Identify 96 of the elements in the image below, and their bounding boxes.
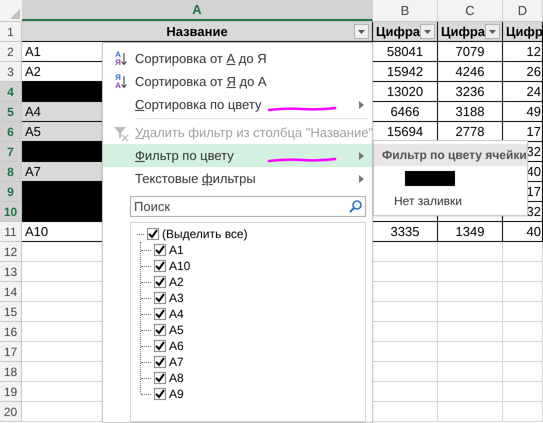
row-header[interactable]: 12 — [0, 242, 22, 262]
table-cell — [438, 382, 503, 402]
table-cell: 12 — [503, 42, 543, 62]
header-cell: Название — [22, 22, 373, 42]
table-cell — [503, 322, 543, 342]
row-header[interactable]: 16 — [0, 322, 22, 342]
value-label: A2 — [169, 274, 184, 291]
checkbox[interactable] — [154, 356, 166, 368]
table-cell — [438, 322, 503, 342]
table-cell — [503, 282, 543, 302]
value-label: A1 — [169, 242, 184, 259]
table-cell: 6466 — [373, 102, 438, 122]
table-cell: 15942 — [373, 62, 438, 82]
color-swatch[interactable] — [405, 171, 455, 186]
table-cell — [503, 362, 543, 382]
header-cell: Цифра — [438, 22, 503, 42]
row-header[interactable]: 10 — [0, 202, 22, 222]
row-header[interactable]: 17 — [0, 342, 22, 362]
row-header[interactable]: 18 — [0, 362, 22, 382]
value-label: A10 — [169, 258, 190, 275]
table-cell: 49 — [503, 102, 543, 122]
table-cell — [503, 302, 543, 322]
table-cell — [503, 382, 543, 402]
submenu-title: Фильтр по цвету ячейки — [374, 144, 527, 166]
table-cell: 4246 — [438, 62, 503, 82]
menu-item[interactable]: Фильтр по цвету — [103, 144, 372, 167]
checkbox[interactable] — [154, 292, 166, 304]
column-header[interactable]: D — [503, 0, 543, 21]
table-cell — [438, 342, 503, 362]
checkbox[interactable] — [154, 324, 166, 336]
table-cell — [438, 242, 503, 262]
value-label: A9 — [169, 386, 184, 403]
filter-dropdown-button[interactable] — [420, 24, 436, 39]
table-cell — [438, 362, 503, 382]
table-cell — [503, 242, 543, 262]
search-field[interactable]: Поиск — [130, 196, 366, 217]
value-label: A7 — [169, 354, 184, 371]
checkbox[interactable] — [154, 340, 166, 352]
row-header[interactable]: 7 — [0, 142, 22, 162]
corner-triangle-icon — [10, 9, 20, 19]
row-header[interactable]: 1 — [0, 22, 22, 42]
table-cell: 40 — [503, 222, 543, 242]
table-cell: 1349 — [438, 222, 503, 242]
table-cell — [503, 342, 543, 362]
value-label: A5 — [169, 322, 184, 339]
row-header[interactable]: 11 — [0, 222, 22, 242]
value-label: A4 — [169, 306, 184, 323]
row-header[interactable]: 4 — [0, 82, 22, 102]
row-header[interactable]: 6 — [0, 122, 22, 142]
search-icon — [349, 200, 362, 213]
checkbox[interactable] — [154, 308, 166, 320]
clear-filter-icon — [113, 124, 129, 140]
table-cell: 24 — [503, 82, 543, 102]
table-cell — [503, 402, 543, 422]
dropdown-arrow-icon — [489, 30, 496, 34]
checkbox[interactable] — [154, 372, 166, 384]
row-header[interactable]: 20 — [0, 402, 22, 422]
dropdown-arrow-icon — [424, 30, 432, 34]
row-header[interactable]: 15 — [0, 302, 22, 322]
value-label: A6 — [169, 338, 184, 355]
table-cell: 58041 — [373, 42, 438, 62]
table-cell: 7079 — [438, 42, 503, 62]
table-cell — [438, 262, 503, 282]
value-label: A8 — [169, 370, 184, 387]
row-header[interactable]: 2 — [0, 42, 22, 62]
value-label: A3 — [169, 290, 184, 307]
table-cell — [438, 282, 503, 302]
column-header[interactable]: B — [373, 0, 438, 21]
row-header[interactable]: 19 — [0, 382, 22, 402]
row-header[interactable]: 5 — [0, 102, 22, 122]
column-header[interactable]: C — [438, 0, 503, 21]
value-label: (Выделить все) — [162, 226, 248, 243]
table-cell — [503, 262, 543, 282]
table-cell — [438, 402, 503, 422]
checkbox[interactable] — [154, 276, 166, 288]
row-header[interactable]: 3 — [0, 62, 22, 82]
checkbox[interactable] — [154, 260, 166, 272]
table-cell — [438, 302, 503, 322]
checkbox[interactable] — [147, 228, 159, 240]
filter-dropdown-button[interactable] — [485, 24, 500, 39]
row-header[interactable]: 9 — [0, 182, 22, 202]
table-cell: 26 — [503, 62, 543, 82]
checkbox[interactable] — [154, 244, 166, 256]
column-header[interactable]: A — [22, 0, 373, 21]
row-header[interactable]: 13 — [0, 262, 22, 282]
table-cell: 3335 — [373, 222, 438, 242]
table-cell: 3236 — [438, 82, 503, 102]
filter-dropdown-button[interactable] — [354, 24, 369, 39]
table-cell: 3188 — [438, 102, 503, 122]
table-cell: 13020 — [373, 82, 438, 102]
row-header[interactable]: 14 — [0, 282, 22, 302]
header-cell: Цифр — [503, 22, 543, 42]
dropdown-arrow-icon — [358, 30, 365, 34]
header-cell: Цифра — [373, 22, 438, 42]
checkbox[interactable] — [154, 388, 166, 400]
row-header[interactable]: 8 — [0, 162, 22, 182]
